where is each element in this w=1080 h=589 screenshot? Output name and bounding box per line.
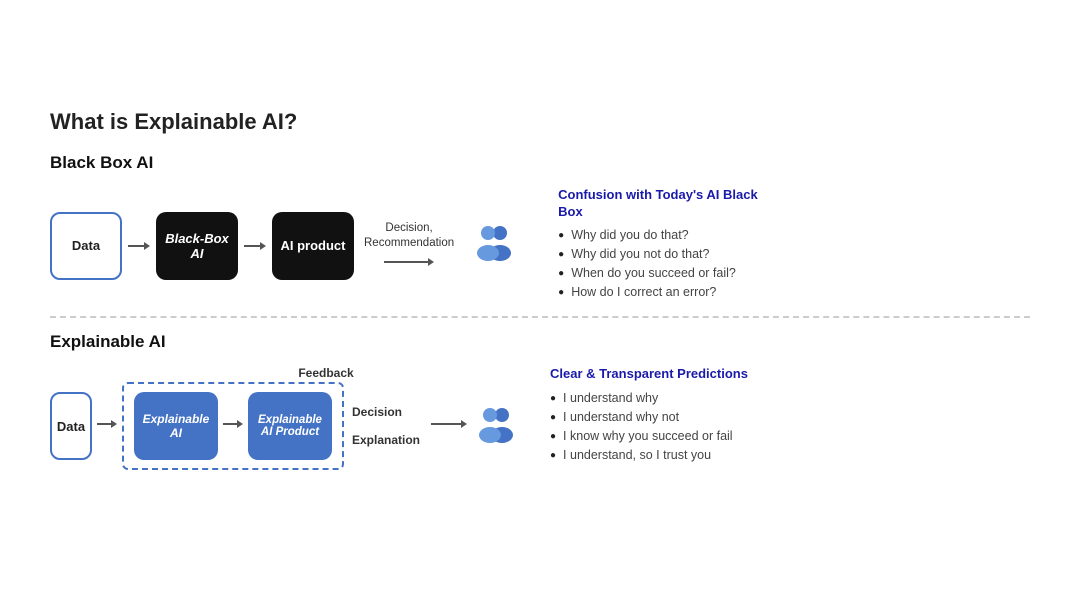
blackbox-data-box: Data — [50, 212, 122, 280]
section-divider — [50, 316, 1030, 318]
list-item: I know why you succeed or fail — [550, 429, 1030, 443]
list-item: I understand why — [550, 391, 1030, 405]
feedback-dashed-region: Explainable AI Explainable AI Product — [122, 382, 344, 470]
xai-diagram-row: Feedback Data Ex — [50, 366, 1030, 470]
list-item: I understand, so I trust you — [550, 448, 1030, 462]
bb-arrow2 — [244, 238, 266, 254]
list-item: How do I correct an error? — [558, 285, 1030, 299]
xai-data-box: Data — [50, 392, 92, 460]
bb-arrow1 — [128, 238, 150, 254]
blackbox-diagram: Data Black-Box AI AI product — [50, 212, 518, 280]
list-item: When do you succeed or fail? — [558, 266, 1030, 280]
xai-info-box: Clear & Transparent Predictions I unders… — [540, 366, 1030, 467]
page-title: What is Explainable AI? — [50, 109, 1030, 135]
list-item: Why did you not do that? — [558, 247, 1030, 261]
decision-label: Decision — [352, 405, 420, 419]
main-container: What is Explainable AI? Black Box AI Dat… — [20, 89, 1060, 501]
explainable-section-title: Explainable AI — [50, 332, 1030, 352]
explainable-section: Explainable AI Feedback Data — [50, 332, 1030, 470]
xai-info-list: I understand why I understand why not I … — [550, 391, 1030, 462]
blackbox-section: Black Box AI Data Black-Box AI — [50, 153, 1030, 305]
xai-explainable-product-box: Explainable AI Product — [248, 392, 332, 460]
blackbox-info-list: Why did you do that? Why did you not do … — [558, 228, 1030, 299]
list-item: Why did you do that? — [558, 228, 1030, 242]
list-item: I understand why not — [550, 410, 1030, 424]
xai-right-side: Decision Explanation — [352, 405, 520, 448]
blackbox-info-box: Confusion with Today's AI Black Box Why … — [548, 187, 1030, 305]
xai-arrow1 — [97, 416, 117, 437]
blackbox-diagram-row: Data Black-Box AI AI product — [50, 187, 1030, 305]
xai-info-title: Clear & Transparent Predictions — [550, 366, 1030, 383]
explanation-label: Explanation — [352, 433, 420, 447]
bb-person-icon — [470, 223, 518, 269]
xai-explainable-box: Explainable AI — [134, 392, 218, 460]
xai-arrow3 — [431, 416, 467, 437]
blackbox-ai-box: Black-Box AI — [156, 212, 238, 280]
bb-decision-label: Decision, Recommendation — [364, 221, 454, 251]
xai-person-icon — [472, 405, 520, 448]
xai-main-row: Data Explainable AI — [50, 382, 520, 470]
xai-diagram: Feedback Data Ex — [50, 366, 520, 470]
feedback-label: Feedback — [298, 366, 353, 380]
blackbox-info-title: Confusion with Today's AI Black Box — [558, 187, 1030, 221]
xai-de-labels: Decision Explanation — [352, 405, 420, 447]
blackbox-section-title: Black Box AI — [50, 153, 1030, 173]
blackbox-aiproduct-box: AI product — [272, 212, 354, 280]
xai-arrow2 — [223, 416, 243, 437]
